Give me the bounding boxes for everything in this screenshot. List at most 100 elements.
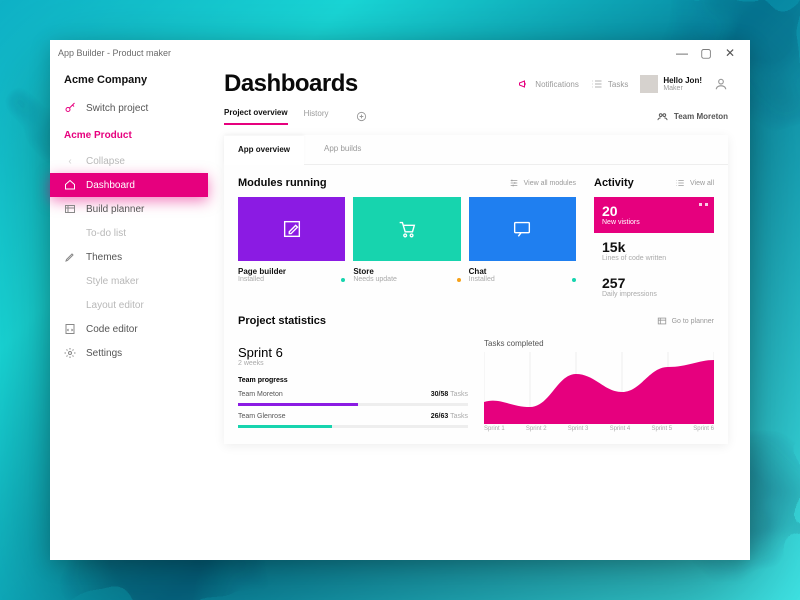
sidebar-item-label: Style maker	[86, 276, 139, 287]
team-unit: Tasks	[450, 413, 468, 420]
metric-label: Daily impressions	[602, 291, 706, 298]
view-all-activity-link[interactable]: View all	[675, 178, 714, 188]
megaphone-icon	[518, 78, 530, 90]
metric-new-visitors[interactable]: 20 New vistiors	[594, 197, 714, 233]
sidebar-item-code-editor[interactable]: Code editor	[50, 317, 208, 341]
team-label: Team Moreton	[674, 112, 728, 121]
modules-title: Modules running	[238, 177, 327, 189]
chevron-left-icon: ‹	[64, 155, 76, 167]
metric-impressions[interactable]: 257 Daily impressions	[594, 269, 714, 305]
user-menu[interactable]: Hello Jon! Maker	[640, 75, 702, 93]
sidebar: Acme Company Switch project Acme Product…	[50, 66, 208, 560]
team-unit: Tasks	[450, 391, 468, 398]
sidebar-item-label: Themes	[86, 252, 122, 263]
tab-history[interactable]: History	[304, 109, 329, 124]
sidebar-item-settings[interactable]: Settings	[50, 341, 208, 365]
module-name: Page builder	[238, 267, 345, 276]
switch-project-button[interactable]: Switch project	[50, 96, 208, 120]
sprint-label: Sprint 3	[568, 426, 589, 432]
sidebar-item-collapse[interactable]: ‹ Collapse	[50, 149, 208, 173]
team-selector[interactable]: Team Moreton	[657, 111, 728, 122]
module-card-chat[interactable]: Chat Installed	[469, 197, 576, 283]
view-all-label: View all	[690, 180, 714, 187]
team-name: Team Moreton	[238, 391, 283, 398]
view-all-modules-label: View all modules	[524, 180, 576, 187]
main-content: Dashboards Notifications Tasks	[208, 66, 750, 560]
account-icon[interactable]	[714, 77, 728, 91]
module-status: Installed	[238, 276, 264, 283]
window-close-button[interactable]: ✕	[718, 46, 742, 60]
user-role: Maker	[663, 85, 702, 92]
team-name: Team Glenrose	[238, 413, 285, 420]
overview-panel: App overview App builds Modules running …	[224, 135, 728, 444]
user-greeting: Hello Jon!	[663, 77, 702, 85]
module-name: Chat	[469, 267, 576, 276]
module-status: Installed	[469, 276, 495, 283]
page-title: Dashboards	[224, 70, 358, 98]
sprint-label: Sprint 6	[693, 426, 714, 432]
window-title: App Builder - Product maker	[58, 48, 171, 58]
sprint-label: Sprint 2	[526, 426, 547, 432]
company-name: Acme Company	[50, 74, 208, 96]
sprint-duration: 2 weeks	[238, 360, 468, 367]
pencil-icon	[64, 251, 76, 263]
notifications-button[interactable]: Notifications	[518, 78, 579, 90]
list-icon	[675, 178, 685, 188]
list-icon	[591, 78, 603, 90]
sidebar-item-label: Settings	[86, 348, 122, 359]
edit-icon	[281, 218, 303, 240]
blank-icon	[64, 299, 76, 311]
sidebar-item-label: Layout editor	[86, 300, 144, 311]
metric-lines-of-code[interactable]: 15k Lines of code written	[594, 233, 714, 269]
metric-value: 257	[602, 275, 706, 291]
sidebar-item-label: Dashboard	[86, 180, 135, 191]
sidebar-item-layout-editor[interactable]: Layout editor	[50, 293, 208, 317]
go-to-planner-link[interactable]: Go to planner	[657, 316, 714, 326]
sidebar-item-style-maker[interactable]: Style maker	[50, 269, 208, 293]
gear-icon	[64, 347, 76, 359]
go-planner-label: Go to planner	[672, 318, 714, 325]
team-progress-title: Team progress	[238, 377, 468, 384]
view-all-modules-link[interactable]: View all modules	[509, 178, 576, 188]
cart-icon	[396, 218, 418, 240]
sidebar-item-build-planner[interactable]: Build planner	[50, 197, 208, 221]
activity-title: Activity	[594, 177, 634, 189]
module-name: Store	[353, 267, 460, 276]
sprint-label: Sprint 5	[651, 426, 672, 432]
sprint-label: Sprint 4	[610, 426, 631, 432]
add-tab-button[interactable]	[356, 111, 367, 122]
status-dot-green	[572, 278, 576, 282]
status-dot-green	[341, 278, 345, 282]
sidebar-item-todo[interactable]: To-do list	[50, 221, 208, 245]
window-maximize-button[interactable]: ▢	[694, 46, 718, 60]
tab-app-overview[interactable]: App overview	[224, 136, 304, 165]
chat-icon	[511, 218, 533, 240]
project-name[interactable]: Acme Product	[50, 120, 208, 149]
blank-icon	[64, 275, 76, 287]
avatar	[640, 75, 658, 93]
planner-icon	[657, 316, 667, 326]
planner-icon	[64, 203, 76, 215]
key-icon	[64, 102, 76, 114]
tab-project-overview[interactable]: Project overview	[224, 108, 288, 125]
metric-label: New vistiors	[602, 219, 706, 226]
tasks-button[interactable]: Tasks	[591, 78, 628, 90]
sidebar-item-themes[interactable]: Themes	[50, 245, 208, 269]
module-card-page-builder[interactable]: Page builder Installed	[238, 197, 345, 283]
titlebar: App Builder - Product maker — ▢ ✕	[50, 40, 750, 66]
blank-icon	[64, 227, 76, 239]
module-status: Needs update	[353, 276, 397, 283]
app-window: App Builder - Product maker — ▢ ✕ Acme C…	[50, 40, 750, 560]
team-done: 30/58	[431, 391, 449, 398]
sidebar-item-dashboard[interactable]: Dashboard	[50, 173, 208, 197]
progress-bar-glenrose	[238, 425, 468, 428]
metric-value: 20	[602, 203, 706, 219]
window-minimize-button[interactable]: —	[670, 46, 694, 60]
module-card-store[interactable]: Store Needs update	[353, 197, 460, 283]
metric-value: 15k	[602, 239, 706, 255]
team-done: 26/63	[431, 413, 449, 420]
tab-app-builds[interactable]: App builds	[310, 135, 375, 164]
sidebar-item-label: Code editor	[86, 324, 138, 335]
metric-label: Lines of code written	[602, 255, 706, 262]
sprint-label: Sprint 1	[484, 426, 505, 432]
